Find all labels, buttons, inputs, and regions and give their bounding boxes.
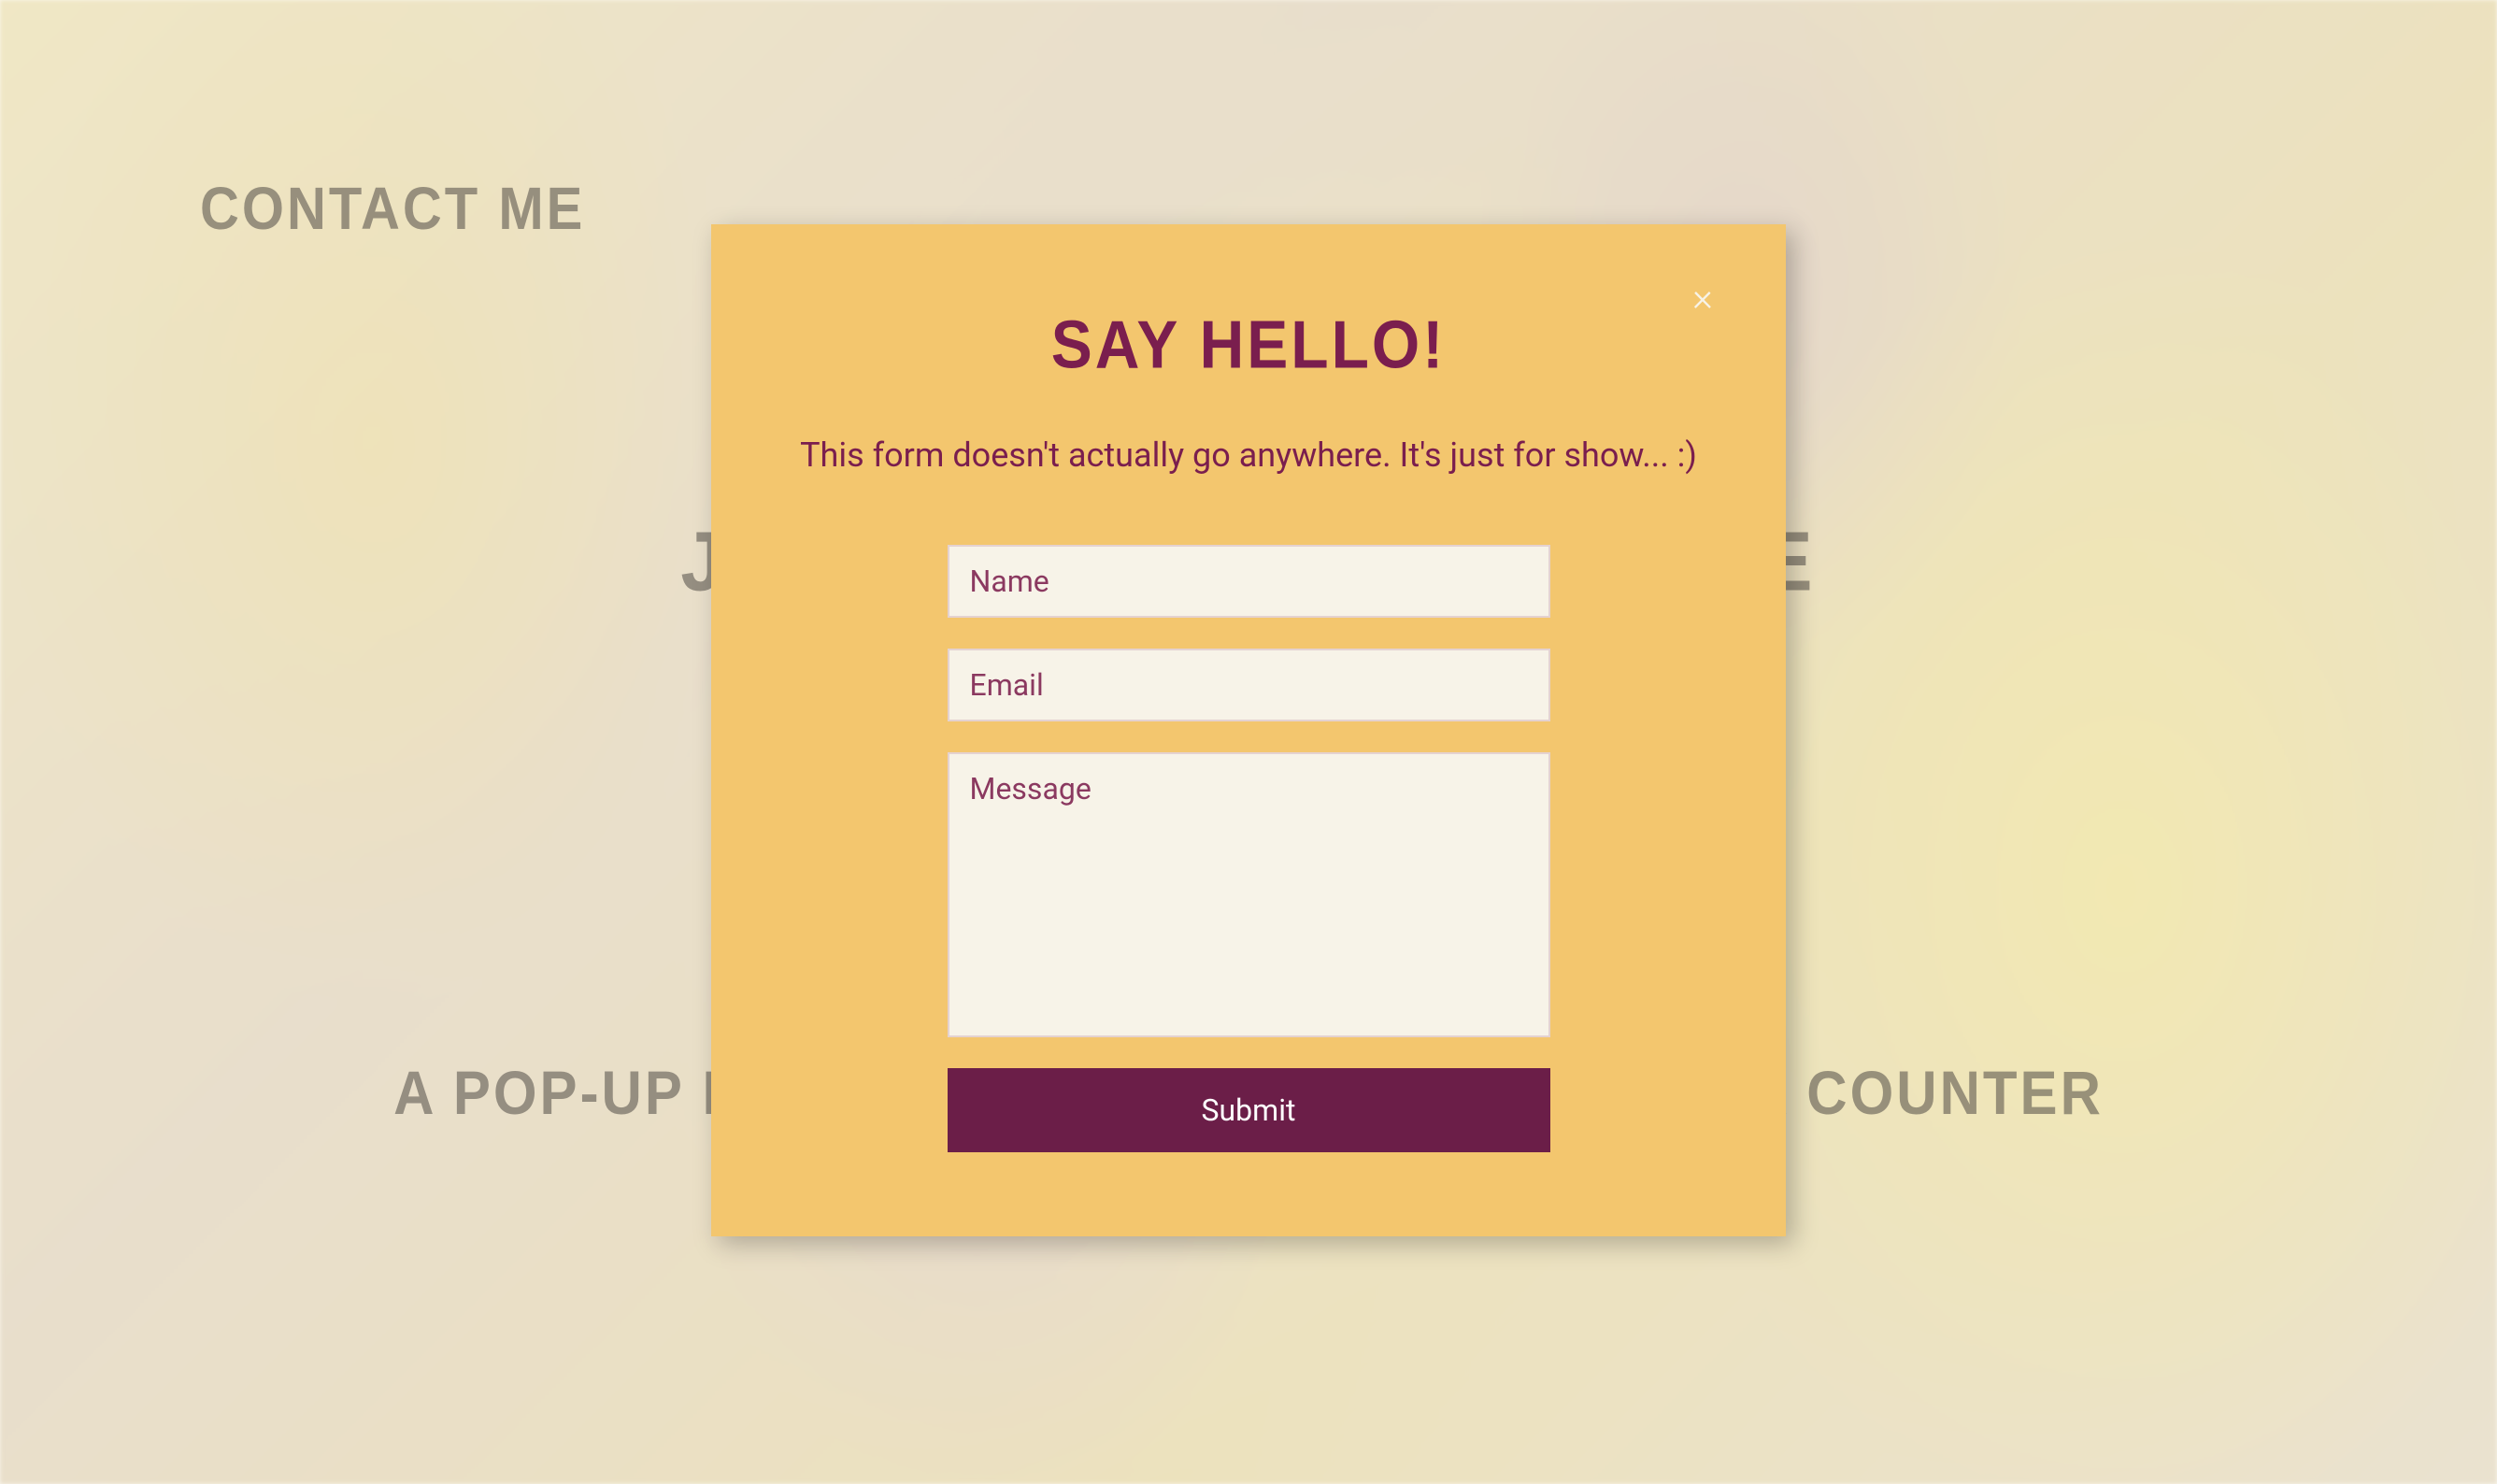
contact-form: Submit bbox=[948, 545, 1550, 1152]
modal-description: This form doesn't actually go anywhere. … bbox=[767, 435, 1730, 475]
contact-me-link[interactable]: Contact Me bbox=[200, 175, 585, 244]
name-field[interactable] bbox=[948, 545, 1550, 618]
modal-title: Say Hello! bbox=[767, 305, 1730, 383]
submit-button[interactable]: Submit bbox=[948, 1068, 1550, 1152]
contact-modal: × Say Hello! This form doesn't actually … bbox=[711, 224, 1786, 1236]
email-field[interactable] bbox=[948, 649, 1550, 721]
message-field[interactable] bbox=[948, 752, 1550, 1037]
